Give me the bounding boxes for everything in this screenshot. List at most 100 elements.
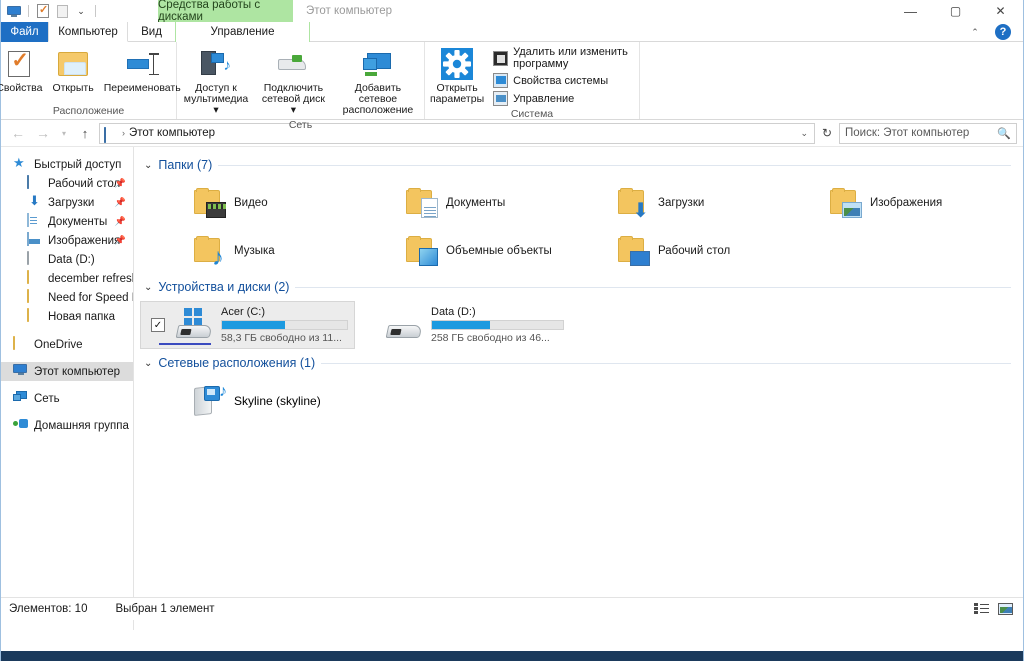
nav-item-onedrive[interactable]: OneDrive <box>1 335 133 354</box>
group-header-network-locations[interactable]: ⌄ Сетевые расположения (1) <box>140 353 1023 373</box>
ribbon-button-properties[interactable]: Свойства <box>0 46 47 96</box>
help-button[interactable]: ? <box>995 24 1011 40</box>
nav-item-new-folder[interactable]: Новая папка <box>1 307 133 326</box>
group-rule <box>218 164 1011 166</box>
large-icons-view-icon[interactable] <box>995 601 1015 618</box>
nav-item-data-d[interactable]: Data (D:) <box>1 250 133 269</box>
chevron-down-icon[interactable]: ⌄ <box>800 128 810 139</box>
computer-management-icon <box>493 91 509 106</box>
folder-item-downloads[interactable]: Загрузки <box>564 179 776 227</box>
nav-item-network[interactable]: Сеть <box>1 389 133 408</box>
minimize-button[interactable]: — <box>888 0 933 22</box>
pin-icon: 📌 <box>114 235 126 245</box>
ribbon-group-label: Система <box>510 108 554 120</box>
back-button[interactable]: ← <box>7 122 29 144</box>
recent-locations-button[interactable]: ▾ <box>57 122 71 144</box>
refresh-button[interactable]: ↻ <box>818 123 836 144</box>
tab-file[interactable]: Файл <box>1 22 48 42</box>
page-icon[interactable] <box>54 3 70 19</box>
folder-icon <box>27 288 43 306</box>
chevron-down-icon[interactable]: ⌄ <box>144 358 152 369</box>
nav-item-label: Документы <box>48 215 108 228</box>
chevron-down-icon[interactable]: ⌄ <box>144 160 152 171</box>
nav-item-downloads[interactable]: Загрузки 📌 <box>1 193 133 212</box>
ribbon-button-label-line2: параметры <box>430 93 485 105</box>
nav-item-desktop[interactable]: Рабочий стол 📌 <box>1 174 133 193</box>
nav-item-december-refresh-2[interactable]: december refresh 2 <box>1 269 133 288</box>
selection-status: Выбран 1 элемент <box>115 603 215 615</box>
folder-item-pictures[interactable]: Изображения <box>776 179 988 227</box>
forward-button[interactable]: → <box>32 122 54 144</box>
gear-glyph <box>441 48 474 80</box>
ribbon-button-add-network-location[interactable]: Добавить сетевое расположение <box>332 46 424 118</box>
nav-item-documents[interactable]: Документы 📌 <box>1 212 133 231</box>
folder-item-3d-objects[interactable]: Объемные объекты <box>352 227 564 275</box>
gear-icon <box>441 48 474 80</box>
ribbon-item-uninstall-program[interactable]: Удалить или изменить программу <box>493 46 639 70</box>
ribbon-button-label-line1: Добавить сетевое <box>354 82 402 105</box>
capacity-bar <box>221 320 348 330</box>
chevron-down-icon[interactable]: ⌄ <box>73 3 89 19</box>
ribbon-item-system-properties[interactable]: Свойства системы <box>493 73 639 88</box>
item-checkbox[interactable]: ✓ <box>151 318 165 332</box>
collapse-ribbon-button[interactable]: ⌃ <box>965 22 985 42</box>
chevron-down-icon[interactable]: ⌄ <box>144 282 152 293</box>
nav-item-quick-access[interactable]: Быстрый доступ <box>1 155 133 174</box>
group-header-folders[interactable]: ⌄ Папки (7) <box>140 155 1023 175</box>
ribbon-button-open[interactable]: Открыть <box>47 46 98 96</box>
ribbon-item-label: Управление <box>513 92 575 105</box>
search-input[interactable]: Поиск: Этот компьютер <box>845 127 997 139</box>
folder-item-desktop[interactable]: Рабочий стол <box>564 227 776 275</box>
breadcrumb[interactable]: Этот компьютер <box>129 127 215 139</box>
drive-item-acer-c[interactable]: ✓ Acer (C:) 58,3 ГБ свободно из 11... <box>140 301 355 349</box>
monitor-icon[interactable] <box>6 3 22 19</box>
divider <box>28 5 29 17</box>
properties-check-icon <box>8 48 31 80</box>
window-title: Этот компьютер <box>306 5 392 17</box>
ribbon-button-rename[interactable]: Переименовать <box>99 46 186 96</box>
nav-item-pictures[interactable]: Изображения 📌 <box>1 231 133 250</box>
up-button[interactable]: ↑ <box>74 122 96 144</box>
folder-item-documents[interactable]: Документы <box>352 179 564 227</box>
search-icon: 🔍 <box>997 127 1011 140</box>
search-box[interactable]: Поиск: Этот компьютер 🔍 <box>839 122 1017 144</box>
nav-item-label: Need for Speed Mo <box>48 291 133 304</box>
drive-item-data-d[interactable]: Data (D:) 258 ГБ свободно из 46... <box>355 301 570 349</box>
tab-computer[interactable]: Компьютер <box>48 22 128 42</box>
details-view-icon[interactable] <box>971 601 991 618</box>
properties-icon[interactable] <box>35 3 51 19</box>
address-input[interactable]: › Этот компьютер ⌄ <box>99 122 815 144</box>
ribbon-small-items: Удалить или изменить программу Свойства … <box>489 46 639 106</box>
item-label: Рабочий стол <box>658 245 731 257</box>
ribbon-button-map-network-drive[interactable]: Подключить сетевой диск ▾ <box>255 46 332 118</box>
maximize-button[interactable]: ▢ <box>933 0 978 22</box>
item-label: Загрузки <box>658 197 705 209</box>
folder-item-music[interactable]: Музыка <box>140 227 352 275</box>
tab-manage[interactable]: Управление <box>175 22 310 42</box>
ribbon-item-label: Свойства системы <box>513 74 609 87</box>
ribbon-group-network: ♪ Доступ к мультимедиа ▾ Подключить сете… <box>177 42 425 131</box>
nav-item-need-for-speed[interactable]: Need for Speed Mo <box>1 288 133 307</box>
folder-item-videos[interactable]: Видео <box>140 179 352 227</box>
nav-item-label: Этот компьютер <box>34 365 120 378</box>
status-bar: Элементов: 10 Выбран 1 элемент <box>1 597 1023 620</box>
ribbon-button-open-settings[interactable]: Открыть параметры <box>425 46 489 107</box>
nav-item-label: Data (D:) <box>48 253 95 266</box>
rename-icon <box>127 48 158 80</box>
nav-item-this-pc[interactable]: Этот компьютер <box>1 362 133 381</box>
folder-document-icon <box>404 188 438 218</box>
network-item-skyline[interactable]: ♪ Skyline (skyline) <box>140 377 355 425</box>
pin-icon: 📌 <box>114 216 126 226</box>
drive-icon <box>27 250 43 268</box>
ribbon-item-manage[interactable]: Управление <box>493 91 639 106</box>
chevron-down-glyph: ⌄ <box>77 5 85 16</box>
ribbon-button-media-access[interactable]: ♪ Доступ к мультимедиа ▾ <box>177 46 255 118</box>
desktop-icon <box>27 174 43 192</box>
ribbon-item-label: Удалить или изменить программу <box>513 46 628 70</box>
close-button[interactable]: ✕ <box>978 0 1023 22</box>
hard-drive-icon <box>381 308 425 342</box>
tab-view[interactable]: Вид <box>128 22 175 42</box>
group-header-devices[interactable]: ⌄ Устройства и диски (2) <box>140 277 1023 297</box>
nav-item-homegroup[interactable]: Домашняя группа <box>1 416 133 435</box>
ribbon-group-label: Расположение <box>52 105 125 117</box>
